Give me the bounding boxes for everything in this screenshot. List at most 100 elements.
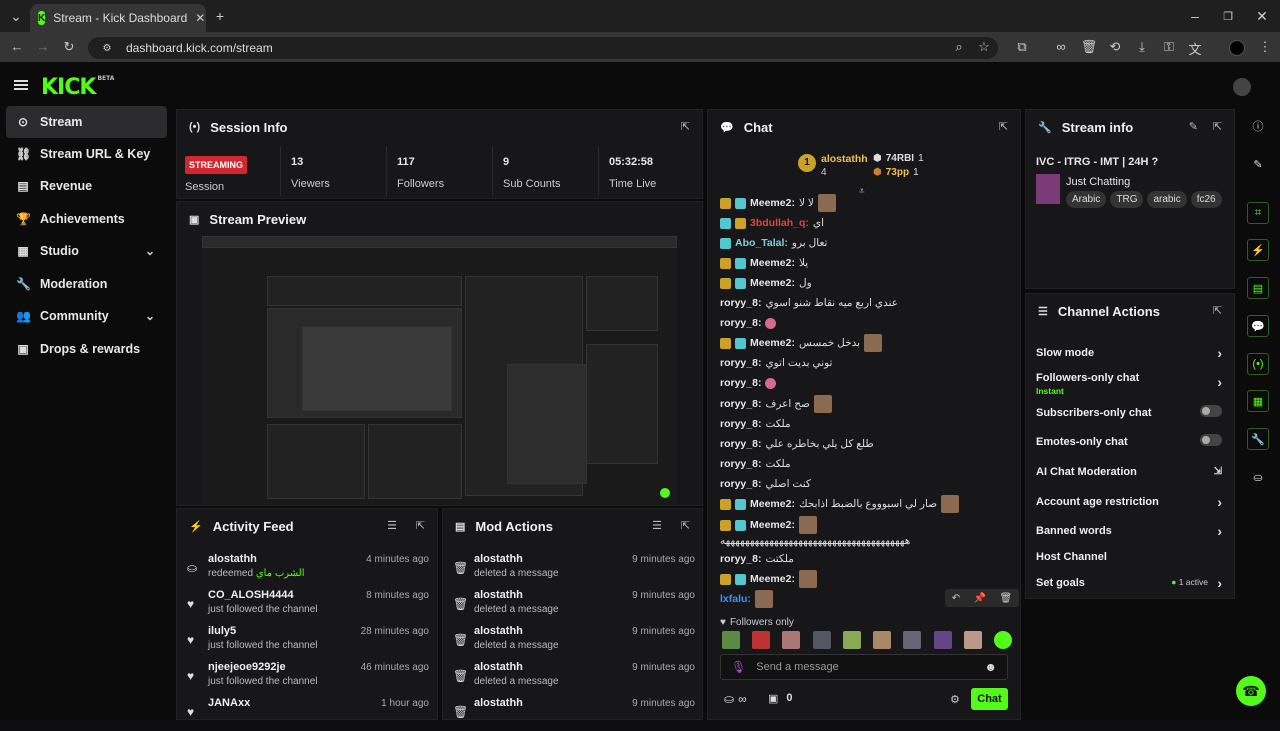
chat-message[interactable]: Abo_Talal: تعال برو [720, 233, 827, 253]
activity-user[interactable]: alostathh [208, 553, 257, 565]
popout-icon[interactable]: ⇱ [681, 519, 690, 532]
chat-message[interactable]: roryy_8: كنت اصلي [720, 474, 811, 494]
toggle-switch[interactable] [1200, 405, 1222, 417]
chat-username[interactable]: Meeme2: [750, 337, 795, 349]
sidebar-item-moderation[interactable]: 🔧 Moderation [6, 268, 167, 300]
back-icon[interactable]: ← [8, 39, 26, 54]
mod-user[interactable]: alostathh [474, 625, 523, 637]
chat-message[interactable]: Meeme2: يلا [720, 253, 808, 273]
action-slow-mode[interactable]: Slow mode › [1036, 345, 1222, 361]
emote-icon[interactable] [933, 631, 952, 649]
user-avatar[interactable] [1233, 78, 1251, 96]
mod-user[interactable]: alostathh [474, 553, 523, 565]
chat-message[interactable]: Meeme2: لا لا [720, 193, 836, 213]
action-banned-words[interactable]: Banned words › [1036, 523, 1222, 539]
microphone-icon[interactable]: 🎙 [731, 660, 746, 674]
help-support-icon[interactable]: ☎ [1236, 676, 1266, 706]
chat-input[interactable]: 🎙 Send a message ☻ [720, 654, 1008, 680]
chat-message[interactable]: 3bdullah_q: اي [720, 213, 824, 233]
browser-tab[interactable]: K Stream - Kick Dashboard ✕ [30, 4, 206, 32]
activity-user[interactable]: JANAxx [208, 697, 250, 709]
undo-icon[interactable]: ↶ [952, 593, 960, 604]
popout-icon[interactable]: ⇱ [681, 120, 690, 133]
collapse-leaderboard-icon[interactable]: ⩡ [859, 186, 865, 197]
chat-username[interactable]: roryy_8: [720, 458, 761, 470]
chat-settings-icon[interactable]: ⚙ [950, 693, 960, 706]
edit-pencil-icon[interactable]: ✎ [1189, 120, 1198, 133]
popout-icon[interactable]: ⇱ [999, 120, 1008, 133]
emote-icon[interactable] [722, 631, 740, 649]
key-icon[interactable]: ⚿ [1160, 39, 1178, 55]
tag[interactable]: fc26 [1190, 191, 1222, 208]
info-icon[interactable]: ⓘ [1247, 115, 1269, 137]
emote-icon[interactable] [903, 631, 922, 649]
download-icon[interactable]: ⤓ [1133, 39, 1151, 55]
chat-username[interactable]: Meeme2: [750, 519, 795, 531]
document-icon[interactable]: ▤ [1247, 277, 1269, 299]
action-subscribers-only[interactable]: Subscribers-only chat [1036, 405, 1222, 419]
emote-icon[interactable] [812, 631, 831, 649]
sidebar-item-stream-url-key[interactable]: ⛓ Stream URL & Key [6, 138, 167, 170]
chat-message[interactable]: roryy_8: طلع كل يلي بخاطره علي [720, 434, 874, 454]
filter-icon[interactable]: ☰ [652, 519, 662, 532]
sidebar-item-community[interactable]: 👥 Community ⌄ [6, 300, 167, 332]
broadcast-icon[interactable]: (•) [1247, 353, 1269, 375]
tag[interactable]: arabic [1147, 191, 1187, 208]
tag[interactable]: Arabic [1066, 191, 1107, 208]
chat-message[interactable]: roryy_8: [720, 313, 777, 333]
site-info-icon[interactable]: ⚙ [98, 43, 116, 54]
chat-username[interactable]: Abo_Talal: [735, 237, 788, 249]
chat-username[interactable]: roryy_8: [720, 438, 761, 450]
points-icon[interactable]: ⛀ [1247, 466, 1269, 488]
emote-icon[interactable] [963, 631, 982, 649]
chat-message[interactable]: lxfalu: [720, 589, 773, 609]
trash-icon[interactable]: 🗑 [1080, 39, 1098, 55]
chat-message[interactable]: Meeme2: صار لي اسبوووع بالضبط اذابحك [720, 494, 960, 514]
sidebar-item-stream[interactable]: ⊙ Stream [6, 106, 167, 138]
menu-kebab-icon[interactable]: ⋮ [1256, 39, 1274, 55]
chat-message[interactable]: roryy_8: ملكت [720, 414, 791, 434]
chat-username[interactable]: Meeme2: [750, 498, 795, 510]
action-emotes-only[interactable]: Emotes-only chat [1036, 434, 1222, 448]
action-set-goals[interactable]: Set goals ● 1 active › [1036, 575, 1222, 591]
chat-message[interactable]: roryy_8: توني بديت اتوي [720, 353, 832, 373]
activity-user[interactable]: iluly5 [208, 625, 236, 637]
chat-username[interactable]: lxfalu: [720, 593, 751, 605]
action-followers-only[interactable]: Followers-only chat Instant › [1036, 372, 1222, 396]
profile-avatar[interactable] [1229, 40, 1245, 56]
leader-third[interactable]: ⬢ 73pp 1 [873, 167, 919, 178]
chat-username[interactable]: roryy_8: [720, 377, 761, 389]
chat-username[interactable]: roryy_8: [720, 317, 761, 329]
chat-username[interactable]: 3bdullah_q: [750, 217, 809, 229]
bookmark-star-icon[interactable]: ☆ [975, 39, 993, 55]
chat-username[interactable]: Meeme2: [750, 277, 795, 289]
tag[interactable]: TRG [1110, 191, 1144, 208]
action-ai-moderation[interactable]: AI Chat Moderation ⇲ [1036, 466, 1222, 478]
translate-icon[interactable]: 文 [1186, 39, 1204, 58]
chat-message[interactable]: roryy_8: [720, 373, 777, 393]
pin-icon[interactable]: 📌 [974, 593, 986, 604]
sidebar-item-studio[interactable]: ▦ Studio ⌄ [6, 235, 167, 267]
category-name[interactable]: Just Chatting [1066, 176, 1130, 188]
extensions-icon[interactable]: ⧉ [1013, 39, 1031, 55]
popout-icon[interactable]: ⇱ [416, 519, 425, 532]
zoom-icon[interactable]: ⌕ [950, 39, 968, 55]
chat-message[interactable]: ههههههههههههههههههههههههههههههههههههههه [720, 531, 910, 551]
filter-icon[interactable]: ☰ [387, 519, 397, 532]
leader-first-name[interactable]: alostathh [821, 153, 868, 165]
chat-message[interactable]: roryy_8: ملكتت [720, 549, 794, 569]
mod-user[interactable]: alostathh [474, 589, 523, 601]
emote-icon[interactable] [842, 631, 861, 649]
emote-icon[interactable] [752, 631, 771, 649]
minimize-icon[interactable]: – [1185, 6, 1205, 26]
chat-username[interactable]: roryy_8: [720, 478, 761, 490]
clip-icon[interactable]: ⌗ [1247, 202, 1269, 224]
lightning-icon[interactable]: ⚡ [1247, 239, 1269, 261]
maximize-icon[interactable]: ❐ [1218, 6, 1238, 26]
close-window-icon[interactable]: ✕ [1252, 6, 1272, 26]
history-icon[interactable]: ⟲ [1106, 39, 1124, 55]
sidebar-item-achievements[interactable]: 🏆 Achievements [6, 203, 167, 235]
new-tab-icon[interactable]: + [210, 6, 230, 26]
hamburger-menu-icon[interactable] [14, 78, 28, 92]
link-icon[interactable]: ∞ [1052, 39, 1070, 54]
